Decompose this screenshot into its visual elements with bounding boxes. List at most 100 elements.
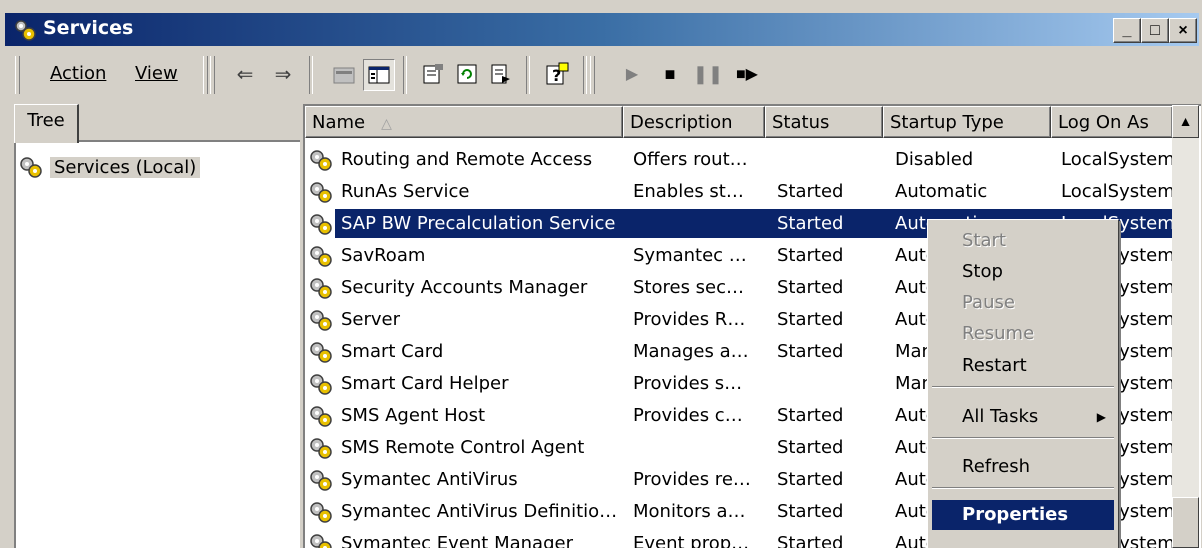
service-gear-icon <box>310 438 332 459</box>
menu-item-resume[interactable]: Resume <box>932 319 1114 349</box>
menu-item-all-tasks[interactable]: All Tasks ▶ <box>932 402 1114 432</box>
cell-status: Started <box>777 341 844 362</box>
list-header: Name △ Description Status Startup Type Lo… <box>305 106 1201 140</box>
table-row[interactable]: RunAs Service Enables st… Started Automatic… <box>305 176 1175 207</box>
action-menu-label: Action <box>50 63 107 84</box>
menu-item-label: Stop <box>962 261 1003 282</box>
cell-description: Provides c… <box>633 405 743 426</box>
service-gear-icon <box>310 406 332 427</box>
cell-name: Routing and Remote Access <box>341 149 593 170</box>
menu-item-refresh[interactable]: Refresh <box>932 452 1114 482</box>
cell-name: Symantec AntiVirus Definitio… <box>341 501 618 522</box>
service-gear-icon <box>310 182 332 203</box>
cell-status <box>777 144 887 175</box>
view-menu[interactable]: View <box>135 63 178 84</box>
menu-item-pause[interactable]: Pause <box>932 288 1114 318</box>
sort-ascending-icon: △ <box>381 116 392 132</box>
cell-status: Started <box>777 501 844 522</box>
service-gear-icon <box>310 278 332 299</box>
context-menu: Start Stop Pause Resume Restart All Tasks ▶ Ref… <box>927 219 1119 548</box>
menu-item-label: Resume <box>962 323 1035 344</box>
stop-service-icon[interactable]: ■ <box>655 59 685 89</box>
submenu-arrow-icon: ▶ <box>1096 410 1106 424</box>
cell-name: Symantec AntiVirus <box>341 469 518 490</box>
column-header-status[interactable]: Status <box>765 106 883 138</box>
toolbar-grip[interactable] <box>15 56 20 94</box>
cell-status: Started <box>777 245 844 266</box>
cell-name: SMS Agent Host <box>341 405 486 426</box>
tree-pane: Services (Local) Tree <box>12 104 300 548</box>
menu-item-label: Refresh <box>962 456 1030 477</box>
cell-logon: LocalSystem <box>1061 149 1175 170</box>
cell-status: Started <box>777 469 844 490</box>
cell-description: Enables st… <box>633 181 744 202</box>
service-gear-icon <box>310 246 332 267</box>
cell-status: Started <box>777 277 844 298</box>
cell-name: Server <box>341 309 401 330</box>
toolbar-separator-3 <box>526 56 530 94</box>
cell-description <box>633 432 773 463</box>
cell-status: Started <box>777 213 844 234</box>
window-title: Services <box>43 17 134 39</box>
column-header-name-label: Name <box>312 112 366 133</box>
maximize-button[interactable]: □ <box>1141 18 1169 43</box>
service-gear-icon <box>310 150 332 171</box>
service-gear-icon <box>310 342 332 363</box>
view-menu-label: View <box>135 63 178 84</box>
cell-name: Smart Card <box>341 341 444 362</box>
tree-view[interactable]: Services (Local) <box>14 140 300 548</box>
toolbar-separator <box>309 56 313 94</box>
export-list-icon[interactable] <box>486 59 516 89</box>
restart-service-icon[interactable]: ■▶ <box>732 59 762 89</box>
tree-item-services-local[interactable]: Services (Local) <box>18 154 201 180</box>
cell-status: Started <box>777 405 844 426</box>
column-header-log-on-as[interactable]: Log On As <box>1051 106 1173 138</box>
up-level-icon[interactable] <box>329 59 359 89</box>
menu-item-label: Start <box>962 230 1006 251</box>
pause-service-icon[interactable]: ❚❚ <box>693 59 723 89</box>
column-header-name[interactable]: Name △ <box>305 106 623 138</box>
menu-item-stop[interactable]: Stop <box>932 257 1114 287</box>
service-gear-icon <box>310 374 332 395</box>
toolbar-grip-3[interactable] <box>210 56 215 94</box>
cell-description: Provides R… <box>633 309 746 330</box>
menu-item-properties[interactable]: Properties <box>932 500 1114 530</box>
table-row[interactable]: Routing and Remote Access Offers rout… Dis… <box>305 144 1175 175</box>
service-gear-icon <box>310 470 332 491</box>
cell-description: Offers rout… <box>633 149 748 170</box>
cell-description: Event prop… <box>633 533 750 548</box>
menu-item-start[interactable]: Start <box>932 226 1114 256</box>
toolbar-grip-2[interactable] <box>203 56 208 94</box>
show-hide-tree-icon[interactable] <box>363 59 395 91</box>
cell-description: Provides re… <box>633 469 751 490</box>
vertical-scrollbar[interactable]: ▲ <box>1172 105 1199 548</box>
service-gear-icon <box>310 534 332 548</box>
services-gear-icon <box>20 157 42 178</box>
cell-description <box>633 208 773 239</box>
refresh-icon[interactable] <box>452 59 482 89</box>
start-service-icon[interactable]: ▶ <box>617 59 647 89</box>
toolbar-grip-4[interactable] <box>590 56 595 94</box>
scroll-up-button[interactable]: ▲ <box>1172 105 1199 138</box>
back-icon[interactable]: ⇐ <box>230 59 260 89</box>
help-icon[interactable]: ? <box>542 59 572 89</box>
action-menu[interactable]: Action <box>50 63 106 84</box>
forward-icon[interactable]: ⇒ <box>268 59 298 89</box>
title-bar[interactable]: Services _ □ × <box>5 13 1199 46</box>
scroll-thumb[interactable] <box>1172 497 1199 548</box>
menu-separator <box>932 487 1114 489</box>
cell-description: Symantec … <box>633 245 747 266</box>
cell-name: RunAs Service <box>341 181 470 202</box>
cell-status: Started <box>777 533 844 548</box>
menu-item-restart[interactable]: Restart <box>932 351 1114 381</box>
service-gear-icon <box>310 310 332 331</box>
cell-status <box>777 368 887 399</box>
column-header-startup-type[interactable]: Startup Type <box>883 106 1051 138</box>
tab-tree[interactable]: Tree <box>14 104 79 143</box>
menu-separator <box>932 386 1114 388</box>
minimize-button[interactable]: _ <box>1113 18 1141 43</box>
column-header-description[interactable]: Description <box>623 106 765 138</box>
properties-icon[interactable] <box>418 59 448 89</box>
close-button[interactable]: × <box>1169 18 1197 43</box>
cell-status: Started <box>777 437 844 458</box>
